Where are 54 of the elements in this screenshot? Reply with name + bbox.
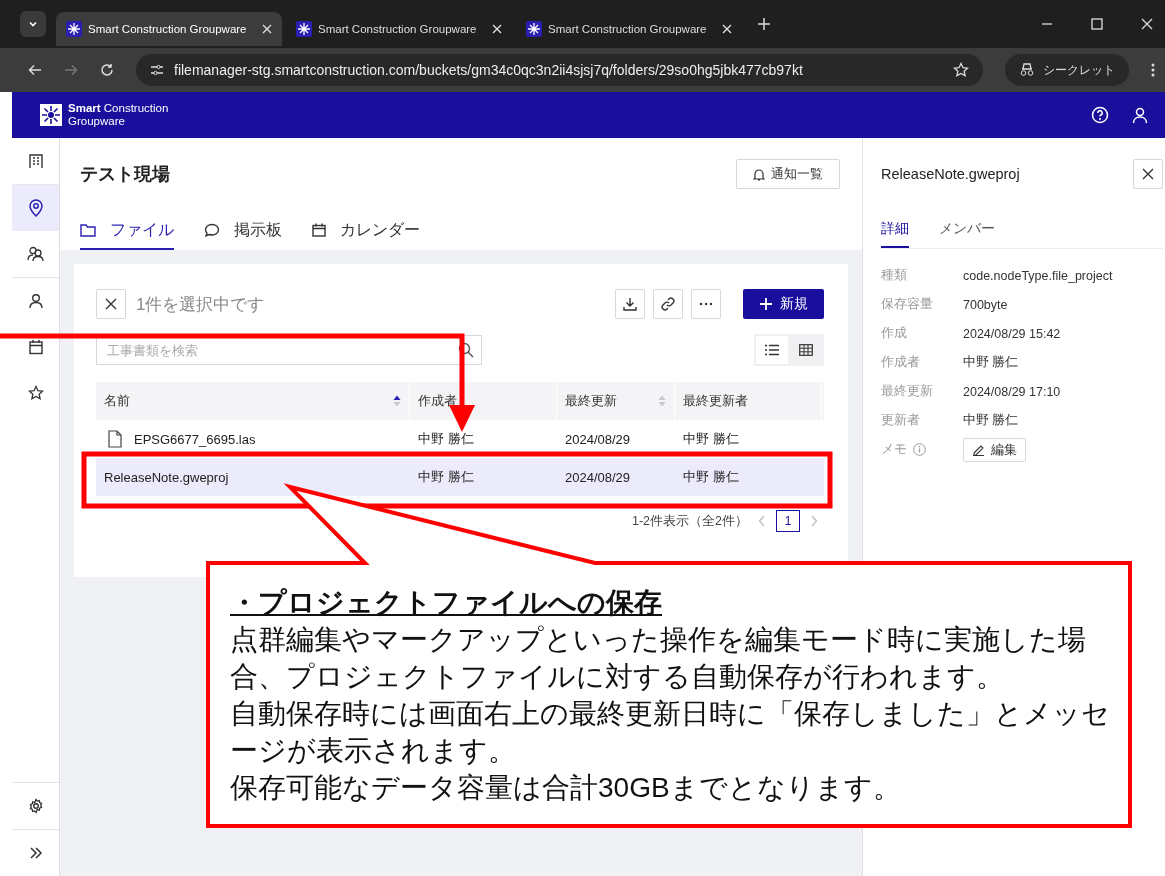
panel-tab[interactable]: メンバー — [939, 212, 995, 248]
pagination-summary: 1-2件表示（全2件） — [631, 512, 748, 530]
callout-paragraph: 点群編集やマークアップといった操作を編集モード時に実施した場合、プロジェクトファイルに対する自動保存が行われます。 — [230, 623, 1087, 694]
table-cell: 中野 勝仁 — [683, 430, 739, 448]
table-cell: 中野 勝仁 — [418, 468, 474, 486]
logo-text: Groupware — [68, 115, 126, 128]
selection-count: 1件を選択中です — [136, 293, 265, 316]
callout-paragraph: 自動保存時には画面右上の最終更新日時に「保存しました」とメッセージが表示されます。 — [230, 697, 1110, 768]
field-value: 中野 勝仁 — [963, 354, 1019, 371]
table-cell: 2024/08/29 — [565, 469, 631, 485]
field-value: 2024/08/29 15:42 — [963, 326, 1061, 341]
table-cell: ReleaseNote.gweproj — [104, 469, 229, 485]
logo-text: Smart Construction — [68, 102, 169, 115]
page-button[interactable]: 1 — [776, 510, 800, 532]
field-label: 保存容量 — [881, 296, 934, 313]
browser-tab[interactable]: Smart Construction Groupware — [56, 12, 282, 46]
table-cell: 中野 勝仁 — [418, 430, 474, 448]
table-cell: 2024/08/29 — [565, 431, 631, 447]
field-value: 中野 勝仁 — [963, 412, 1019, 429]
panel-tab[interactable]: 詳細 — [881, 212, 909, 248]
table-cell: 中野 勝仁 — [683, 468, 739, 486]
panel-title: ReleaseNote.gweproj — [881, 166, 1020, 182]
browser-tab[interactable]: Smart Construction Groupware — [286, 12, 512, 46]
content-tab[interactable]: 掲示板 — [204, 212, 282, 250]
field-label: 最終更新 — [881, 383, 934, 400]
new-button[interactable]: 新規 — [743, 289, 824, 319]
callout-heading: ・プロジェクトファイルへの保存 — [230, 586, 662, 620]
field-label: 作成 — [881, 325, 908, 342]
content-tab[interactable]: カレンダー — [312, 212, 420, 250]
field-value: 2024/08/29 17:10 — [963, 384, 1061, 399]
field-label: 更新者 — [881, 412, 921, 429]
url-text: filemanager-stg.smartconstruction.com/buckets/gm34c0qc3n2ii4sjsj7q/folders/29so0hg5jbk477cb97kt — [174, 62, 803, 78]
table-row[interactable]: ReleaseNote.gweproj 中野 勝仁 2024/08/29 中野 勝仁 — [96, 458, 824, 496]
field-value: code.nodeType.file_project — [963, 268, 1113, 283]
page-title: テスト現場 — [80, 163, 170, 186]
table-cell: EPSG6677_6695.las — [134, 431, 256, 447]
content-tab[interactable]: ファイル — [80, 212, 174, 250]
field-label: メモ — [881, 441, 907, 458]
field-label: 種類 — [881, 267, 908, 284]
field-value: 700byte — [963, 297, 1008, 312]
callout-paragraph: 保存可能なデータ容量は合計30GBまでとなります。 — [230, 771, 902, 805]
table-row[interactable]: EPSG6677_6695.las 中野 勝仁 2024/08/29 中野 勝仁 — [96, 420, 824, 458]
incognito-button[interactable]: シークレット — [1005, 54, 1129, 86]
tab-title: Smart Construction Groupware — [318, 23, 478, 35]
address-bar[interactable]: filemanager-stg.smartconstruction.com/buckets/gm34c0qc3n2ii4sjsj7q/folders/29so0hg5jbk477cb97kt — [136, 54, 983, 86]
field-label: 作成者 — [881, 354, 921, 371]
edit-button[interactable]: 編集 — [963, 437, 1026, 462]
column-header[interactable]: 名前 — [96, 382, 410, 420]
browser-tab[interactable]: Smart Construction Groupware — [516, 12, 742, 46]
column-header[interactable]: 最終更新 — [557, 382, 675, 420]
tab-title: Smart Construction Groupware — [548, 23, 708, 35]
tab-title: Smart Construction Groupware — [88, 23, 248, 35]
notification-list-button[interactable]: 通知一覧 — [736, 159, 840, 189]
column-header[interactable]: 最終更新者 — [675, 382, 822, 420]
